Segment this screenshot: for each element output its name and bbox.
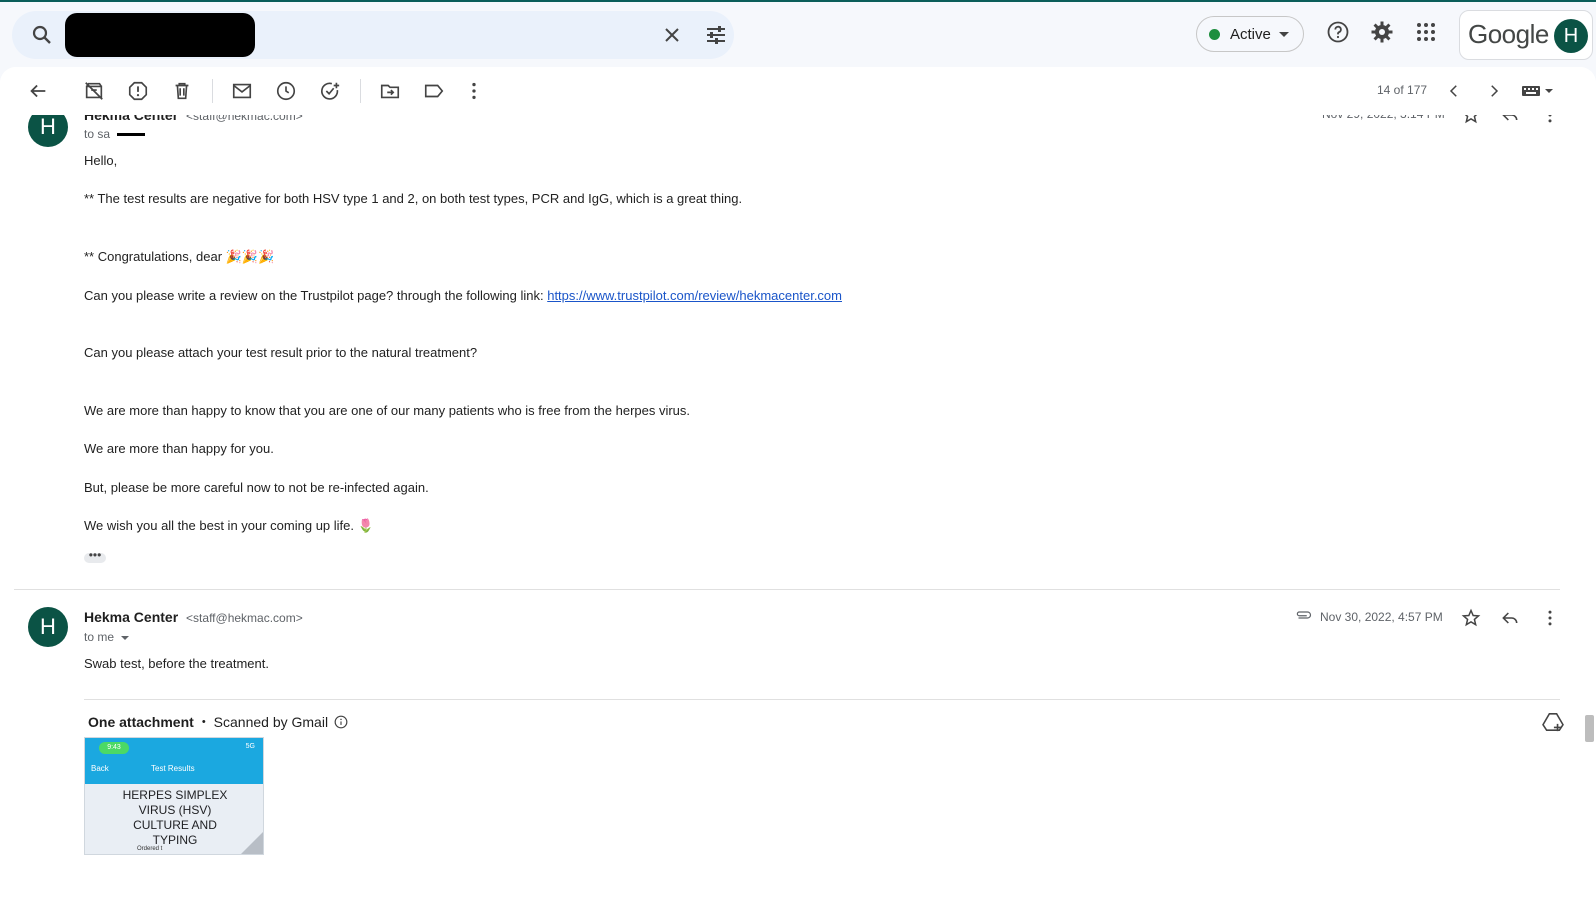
account-avatar[interactable]: H [1554,19,1588,53]
toolbar-divider [360,79,361,103]
search-options-icon[interactable] [704,23,728,52]
pagination-count: 14 of 177 [1377,83,1428,97]
thumbnail-heading-text: HERPES SIMPLEX VIRUS (HSV) CULTURE AND T… [122,788,228,847]
back-arrow-icon[interactable] [26,79,50,103]
delete-icon[interactable] [170,79,194,103]
recipient-redacted [117,133,146,137]
attachment-divider [84,699,1560,700]
snooze-clock-icon[interactable] [274,79,298,103]
star-icon[interactable] [1461,608,1481,633]
reply-icon[interactable] [1500,608,1520,633]
apps-grid-icon[interactable] [1414,20,1438,49]
account-switcher[interactable]: Google H [1459,10,1593,60]
add-to-tasks-icon[interactable] [318,79,342,103]
body-line: But, please be more careful now to not b… [84,480,429,495]
search-bar[interactable] [12,11,734,59]
body-line: Can you please attach your test result p… [84,345,478,360]
thread-content: H Hekma Center <staff@hekmac.com> to sa … [0,67,1596,912]
page-fold-icon [241,832,263,854]
search-icon[interactable] [30,23,54,52]
sender-email: <staff@hekmac.com> [186,611,303,625]
message-panel: H Hekma Center <staff@hekmac.com> to sa … [0,67,1596,912]
body-line: ** The test results are negative for bot… [84,191,743,206]
move-to-icon[interactable] [378,79,402,103]
recipient-line[interactable]: to sa [84,127,146,141]
top-accent-line [0,0,1596,2]
info-icon[interactable] [334,715,348,729]
thumbnail-time: 9:43 [99,742,129,754]
recipient-text: to me [84,630,115,644]
older-chevron-icon[interactable] [1482,79,1506,103]
chevron-down-icon [121,635,130,640]
more-vert-icon[interactable] [462,79,486,103]
attachment-count: One attachment [88,714,194,730]
body-line: Hello, [84,153,118,168]
recipient-text: to sa [84,127,111,141]
input-tools-keyboard-icon[interactable] [1520,79,1556,103]
gear-icon[interactable] [1370,20,1394,49]
body-line: We are more than happy for you. [84,441,274,456]
label-icon[interactable] [422,79,446,103]
body-line: Can you please write a review on the Tru… [84,288,842,303]
message-date: Nov 30, 2022, 4:57 PM [1320,610,1443,624]
message-divider [14,589,1560,590]
thumbnail-signal: 5G [245,743,255,750]
thumbnail-back: Back [91,764,109,773]
scrollbar-thumb[interactable] [1585,715,1594,742]
archive-off-icon[interactable] [82,79,106,103]
sender-name[interactable]: Hekma Center <staff@hekmac.com> [84,609,303,625]
sender-avatar[interactable]: H [28,607,68,647]
toolbar-divider [212,79,213,103]
separator-dot: • [201,716,206,728]
message-body: Swab test, before the treatment. [84,656,269,671]
scanned-label: Scanned by Gmail [213,714,329,730]
google-logo: Google [1468,19,1549,49]
newer-chevron-icon[interactable] [1442,79,1466,103]
body-line: We are more than happy to know that you … [84,403,691,418]
body-text: Can you please write a review on the Tru… [84,288,548,303]
trustpilot-link[interactable]: https://www.trustpilot.com/review/hekmac… [547,288,842,303]
thumbnail-footer: Ordered t [137,846,163,852]
show-trimmed-content-button[interactable]: ••• [84,549,106,563]
add-to-drive-icon[interactable] [1542,712,1564,737]
status-label: Active [1230,25,1271,43]
more-vert-icon[interactable] [1540,608,1560,633]
body-line: ** Congratulations, dear 🎉🎉🎉 [84,249,275,264]
thumbnail-title: Test Results [151,764,195,773]
report-spam-icon[interactable] [126,79,150,103]
close-icon[interactable] [660,23,684,52]
thumbnail-app-bar: 9:43 5G Back Test Results [85,738,263,784]
mark-unread-icon[interactable] [230,79,254,103]
search-input-redacted[interactable] [65,13,255,57]
attachment-thumbnail[interactable]: 9:43 5G Back Test Results HERPES SIMPLEX… [84,737,264,855]
recipient-dropdown[interactable]: to me [84,630,130,644]
body-line: We wish you all the best in your coming … [84,518,374,533]
paperclip-icon [1294,607,1312,628]
status-dot-icon [1209,28,1220,40]
status-dropdown[interactable]: Active [1196,16,1304,52]
thumbnail-heading: HERPES SIMPLEX VIRUS (HSV) CULTURE AND T… [85,784,263,848]
help-icon[interactable] [1326,20,1350,49]
chevron-down-icon [1278,31,1289,37]
attachment-header: One attachment • Scanned by Gmail [88,714,348,730]
message-toolbar: 14 of 177 [0,67,1596,115]
sender-name-text: Hekma Center [84,609,179,625]
